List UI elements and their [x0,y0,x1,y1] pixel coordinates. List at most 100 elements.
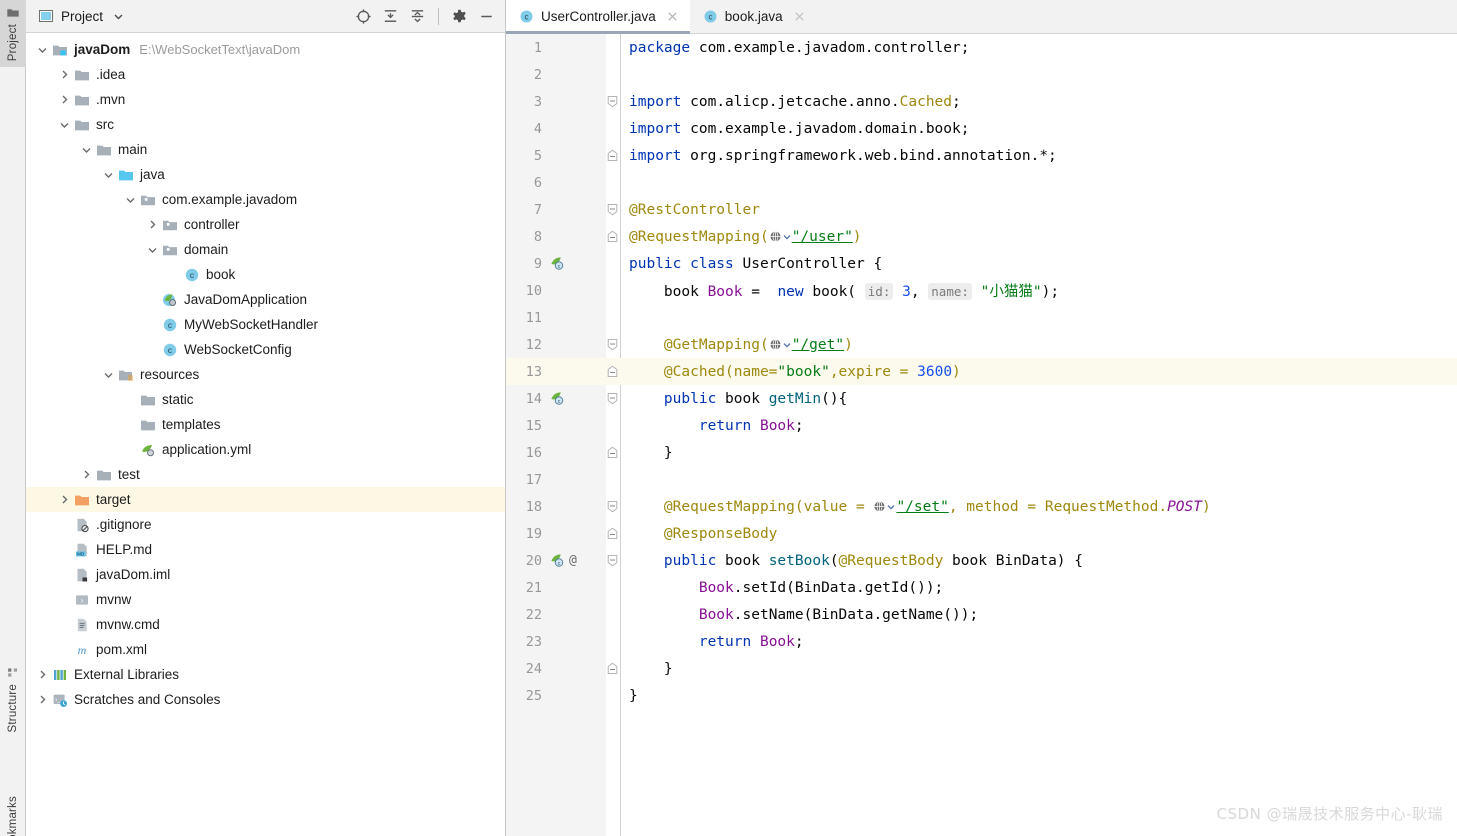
tree-row-resources[interactable]: resources [26,362,505,387]
tree-row-domain[interactable]: domain [26,237,505,262]
override-marker[interactable]: @ [569,553,577,568]
tool-window-button-project[interactable]: Project [0,0,26,68]
fold-region-end-icon[interactable] [607,365,618,378]
tree-row-controller[interactable]: controller [26,212,505,237]
tree-row-book[interactable]: c book [26,262,505,287]
tree-collapsed-arrow-icon[interactable] [58,493,71,506]
code-line-7[interactable]: 7 @RestController [506,196,1457,223]
tree-row-java[interactable]: java [26,162,505,187]
tree-row-application-yml[interactable]: application.yml [26,437,505,462]
web-globe-icon[interactable] [769,230,782,243]
hide-icon[interactable] [478,8,495,25]
tree-row-mvn[interactable]: .mvn [26,87,505,112]
code-line-3[interactable]: 3 import com.alicp.jetcache.anno.Cached; [506,88,1457,115]
fold-region-start-icon[interactable] [607,554,618,567]
tree-expanded-arrow-icon[interactable] [80,143,93,156]
fold-region-end-icon[interactable] [607,149,618,162]
code-line-13[interactable]: 13 @Cached(name="book",expire = 3600) [506,358,1457,385]
chevron-down-icon[interactable] [112,10,125,23]
expand-all-icon[interactable] [382,8,399,25]
tree-row-websocketconfig[interactable]: c WebSocketConfig [26,337,505,362]
project-tree[interactable]: javaDom E:\WebSocketText\javaDom .idea .mvn… [26,33,505,836]
tree-expanded-arrow-icon[interactable] [124,193,137,206]
code-line-25[interactable]: 25} [506,682,1457,709]
tree-row-templates[interactable]: templates [26,412,505,437]
code-line-20[interactable]: 20 c @ public book setBook(@RequestBody bo… [506,547,1457,574]
code-line-19[interactable]: 19 @ResponseBody [506,520,1457,547]
tree-expanded-arrow-icon[interactable] [146,243,159,256]
code-line-24[interactable]: 24 } [506,655,1457,682]
tree-row-external-libraries[interactable]: External Libraries [26,662,505,687]
chevron-down-icon[interactable] [782,232,792,242]
editor-tab-usercontroller[interactable]: c UserController.java [506,0,690,34]
tree-row-javadom[interactable]: javaDom E:\WebSocketText\javaDom [26,37,505,62]
code-line-4[interactable]: 4 import com.example.javadom.domain.book; [506,115,1457,142]
fold-region-start-icon[interactable] [607,500,618,513]
fold-region-start-icon[interactable] [607,95,618,108]
code-line-17[interactable]: 17 [506,466,1457,493]
tree-collapsed-arrow-icon[interactable] [36,668,49,681]
tree-row-javadomapplication[interactable]: JavaDomApplication [26,287,505,312]
tree-collapsed-arrow-icon[interactable] [80,468,93,481]
tree-collapsed-arrow-icon[interactable] [146,218,159,231]
tree-row-idea[interactable]: .idea [26,62,505,87]
code-line-16[interactable]: 16 } [506,439,1457,466]
editor-tab-book[interactable]: c book.java [690,0,817,33]
settings-gear-icon[interactable] [451,8,468,25]
code-line-12[interactable]: 12 @GetMapping("/get") [506,331,1457,358]
fold-region-end-icon[interactable] [607,662,618,675]
tree-row-mvnw-cmd[interactable]: mvnw.cmd [26,612,505,637]
code-line-18[interactable]: 18 @RequestMapping(value = "/set", metho… [506,493,1457,520]
collapse-all-icon[interactable] [409,8,426,25]
code-line-5[interactable]: 5 import org.springframework.web.bind.ann… [506,142,1457,169]
tree-row-scratches-and-consoles[interactable]: ›_ Scratches and Consoles [26,687,505,712]
tree-row-com-example-javadom[interactable]: com.example.javadom [26,187,505,212]
tree-row-help-md[interactable]: MD HELP.md [26,537,505,562]
tree-row-mywebsockethandler[interactable]: c MyWebSocketHandler [26,312,505,337]
tree-expanded-arrow-icon[interactable] [102,368,115,381]
tree-collapsed-arrow-icon[interactable] [36,693,49,706]
tree-row-test[interactable]: test [26,462,505,487]
tool-window-button-structure[interactable]: Structure [0,660,26,738]
code-line-2[interactable]: 2 [506,61,1457,88]
tree-row-static[interactable]: static [26,387,505,412]
code-line-1[interactable]: 1 package com.example.javadom.controller; [506,34,1457,61]
code-line-23[interactable]: 23 return Book; [506,628,1457,655]
tree-row-javadom-iml[interactable]: javaDom.iml [26,562,505,587]
web-globe-icon[interactable] [873,500,886,513]
code-line-8[interactable]: 8 @RequestMapping("/user") [506,223,1457,250]
code-line-14[interactable]: 14 c public book getMin(){ [506,385,1457,412]
tool-window-button-bookmarks[interactable]: Bookmarks [0,790,26,836]
select-opened-file-icon[interactable] [355,8,372,25]
tree-row-pom-xml[interactable]: m pom.xml [26,637,505,662]
tree-row-src[interactable]: src [26,112,505,137]
fold-region-end-icon[interactable] [607,446,618,459]
fold-region-start-icon[interactable] [607,392,618,405]
chevron-down-icon[interactable] [782,340,792,350]
code-line-10[interactable]: 10 book Book = new book( id: 3, name: "小… [506,277,1457,304]
fold-region-end-icon[interactable] [607,230,618,243]
code-line-15[interactable]: 15 return Book; [506,412,1457,439]
tree-row-main[interactable]: main [26,137,505,162]
tree-expanded-arrow-icon[interactable] [58,118,71,131]
tree-row-mvnw[interactable]: › mvnw [26,587,505,612]
code-line-6[interactable]: 6 [506,169,1457,196]
code-editor[interactable]: 1 package com.example.javadom.controller;… [506,34,1457,836]
code-line-21[interactable]: 21 Book.setId(BinData.getId()); [506,574,1457,601]
web-globe-icon[interactable] [769,338,782,351]
close-icon[interactable] [793,10,806,23]
spring-bean-gutter-icon[interactable]: c [550,553,565,568]
fold-region-start-icon[interactable] [607,338,618,351]
code-line-22[interactable]: 22 Book.setName(BinData.getName()); [506,601,1457,628]
tree-collapsed-arrow-icon[interactable] [58,93,71,106]
tree-collapsed-arrow-icon[interactable] [58,68,71,81]
spring-bean-gutter-icon[interactable]: c [550,391,565,406]
fold-region-start-icon[interactable] [607,203,618,216]
close-icon[interactable] [666,10,679,23]
fold-region-end-icon[interactable] [607,527,618,540]
tree-expanded-arrow-icon[interactable] [36,43,49,56]
tree-row-gitignore[interactable]: .gitignore [26,512,505,537]
chevron-down-icon[interactable] [886,502,896,512]
tree-row-target[interactable]: target [26,487,505,512]
code-line-9[interactable]: 9 c public class UserController { [506,250,1457,277]
